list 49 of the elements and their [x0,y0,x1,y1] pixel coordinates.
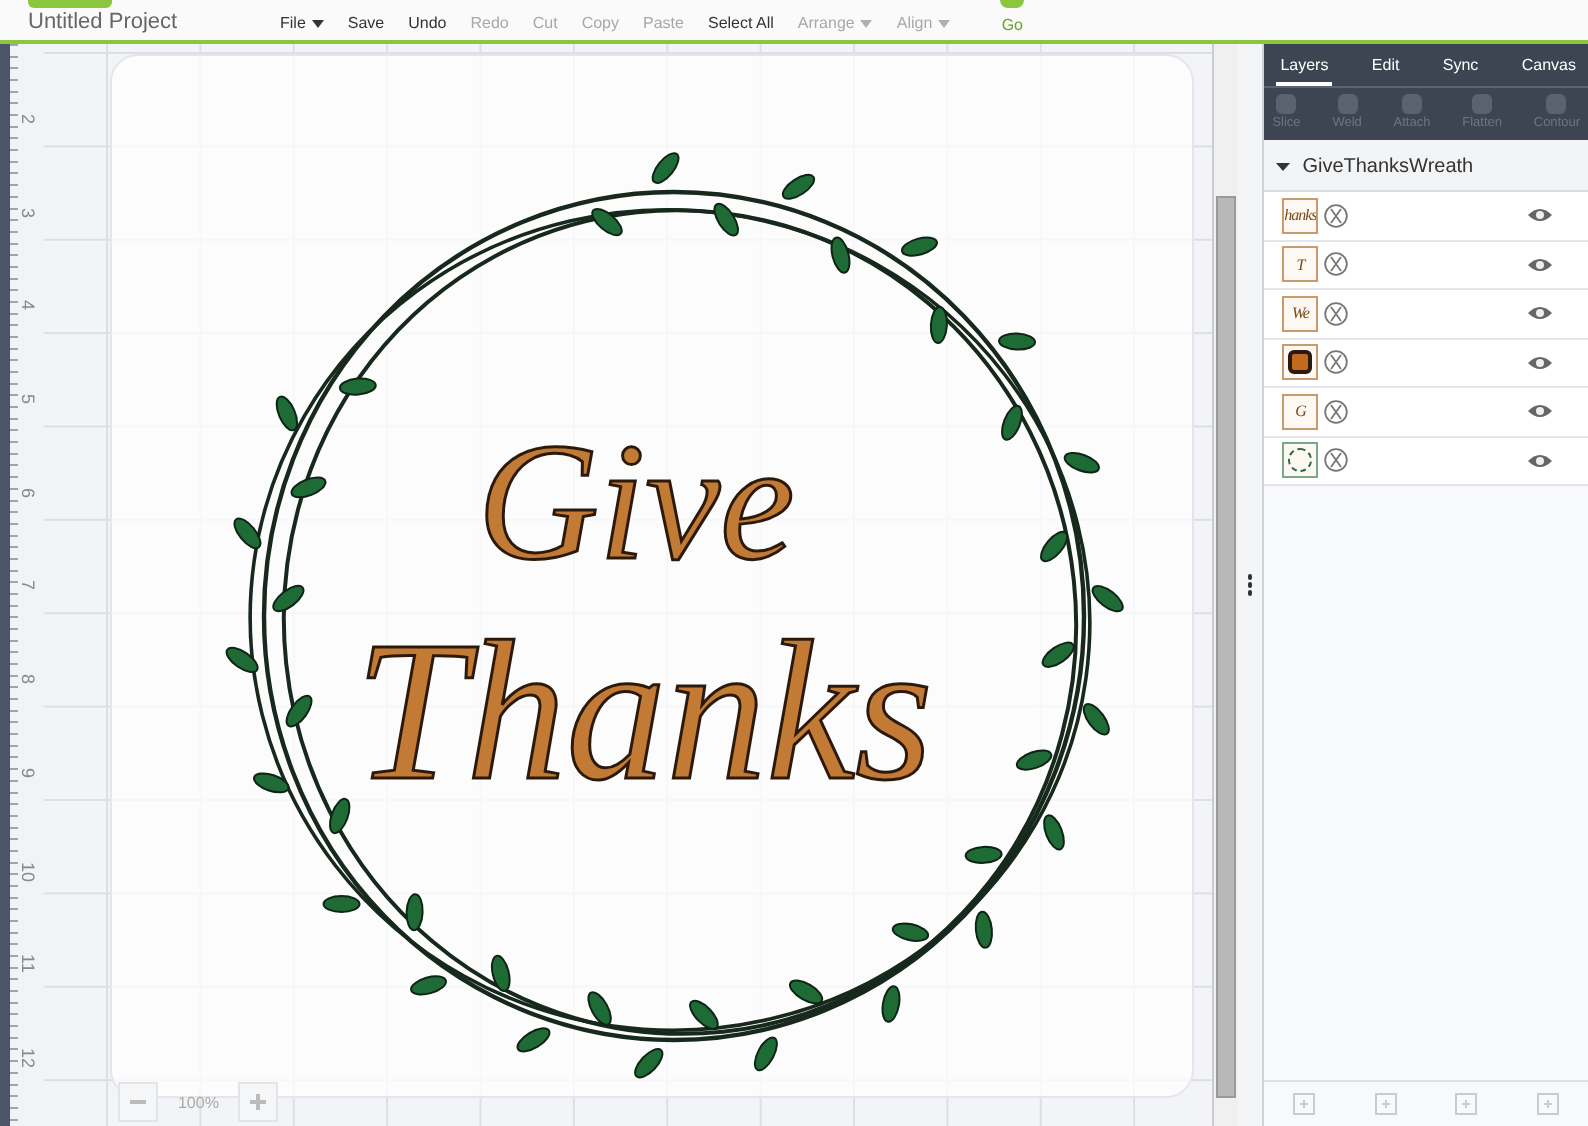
vertical-scrollbar[interactable] [1212,44,1239,1126]
eye-icon[interactable] [1526,402,1554,421]
layer-thumbnail [1282,442,1319,479]
ruler-number: 3 [18,207,38,218]
layer-row[interactable]: G [1264,388,1588,437]
caret-icon [1276,160,1291,174]
toolbar-button[interactable]: Select All [695,0,786,36]
layer-row[interactable] [1264,437,1588,486]
eye-icon[interactable] [1526,304,1554,323]
ruler-number: 2 [18,114,38,125]
design-text: Thanks [355,600,933,822]
ruler-number: 8 [18,674,38,685]
layer-row[interactable]: T [1264,241,1588,290]
zoom-level: 100% [175,1093,221,1111]
ruler-number: 6 [18,487,38,498]
toolbar-button[interactable]: File [268,0,336,36]
panel-tab[interactable]: Layers [1276,52,1333,86]
panel-tab[interactable]: Canvas [1517,52,1580,86]
layer-thumbnail [1282,344,1319,381]
eye-icon[interactable] [1526,353,1554,372]
ruler-number: 12 [18,1047,38,1068]
layer-thumbnail: hanks [1282,197,1319,234]
layer-thumbnail: G [1282,393,1319,430]
layer-group-header[interactable]: GiveThanksWreath [1264,140,1588,192]
panel-tab[interactable]: Edit [1367,52,1404,86]
eye-icon[interactable] [1526,255,1554,274]
ruler-number: 5 [18,394,38,405]
toolbar-button[interactable]: Undo [396,0,459,36]
plus-icon [248,1092,269,1112]
caret-icon [860,19,873,28]
eye-icon[interactable] [1526,451,1554,470]
resize-handle[interactable] [1245,572,1255,598]
toolbar-button[interactable]: Save [335,0,397,36]
layer-row[interactable]: hanks [1264,192,1588,241]
project-title: Untitled Project [28,10,180,34]
ruler-number: 7 [18,580,38,591]
caret-icon [311,19,324,28]
layer-row[interactable] [1264,339,1588,388]
ruler-number: 9 [18,767,38,778]
caret-icon [938,19,951,28]
eye-icon[interactable] [1526,206,1554,225]
design-text: Give [477,410,795,596]
layer-thumbnail: We [1282,295,1319,332]
layer-row[interactable]: We [1264,290,1588,339]
panel-tab[interactable]: Sync [1438,52,1483,86]
ruler-number: 11 [18,954,38,974]
layer-thumbnail: T [1282,246,1319,283]
ruler-number: 10 [18,861,38,882]
ruler-number: 4 [18,300,38,311]
